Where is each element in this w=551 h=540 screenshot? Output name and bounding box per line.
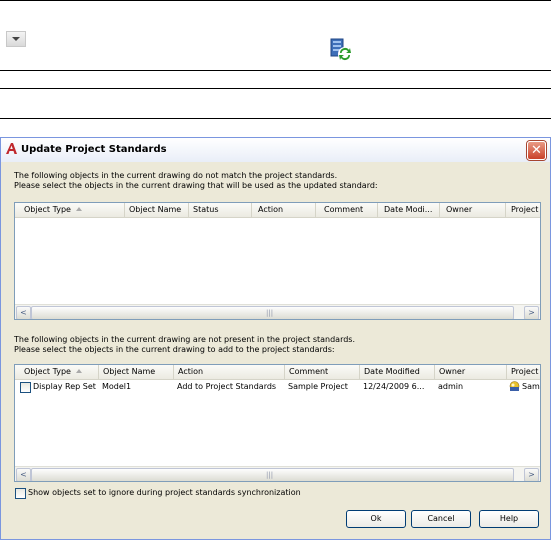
cell-project: Samp (522, 382, 540, 391)
cell-object-name: Model1 (102, 382, 132, 391)
missing-list-header: Object Type Object Name Action Comment D… (15, 365, 540, 380)
close-icon: ✕ (531, 143, 542, 158)
column-header-project[interactable]: Project (507, 365, 540, 379)
cell-object-type: Display Rep Set (33, 382, 96, 391)
sort-ascending-icon (75, 207, 82, 211)
chevron-down-icon (12, 37, 20, 41)
dropdown-button[interactable] (6, 31, 26, 47)
ignore-objects-label: Show objects set to ignore during projec… (28, 488, 301, 497)
table-row[interactable]: Display Rep Set Model1 Add to Project St… (15, 380, 540, 393)
missing-description-1: The following objects in the current dra… (14, 335, 356, 344)
sort-ascending-icon (75, 369, 82, 373)
close-button[interactable]: ✕ (527, 141, 546, 160)
column-header-status[interactable]: Status (189, 203, 252, 217)
column-header-object-type[interactable]: Object Type (15, 365, 99, 379)
mismatch-description-2: Please select the objects in the current… (14, 181, 378, 190)
mismatch-list-hscrollbar[interactable]: < ||| > (15, 304, 540, 319)
column-header-comment[interactable]: Comment (285, 365, 360, 379)
scroll-thumb[interactable]: ||| (31, 306, 514, 319)
mismatch-list[interactable]: Object Type Object Name Status Action Co… (14, 202, 541, 320)
divider-1 (0, 70, 551, 71)
update-project-standards-dialog: Update Project Standards ✕ The following… (0, 137, 551, 540)
autocad-icon (6, 143, 17, 154)
column-header-object-name[interactable]: Object Name (99, 365, 174, 379)
ignore-objects-checkbox[interactable] (15, 488, 26, 499)
dialog-title: Update Project Standards (21, 144, 167, 155)
scroll-grip: ||| (266, 471, 274, 479)
scroll-grip: ||| (266, 309, 274, 317)
missing-list[interactable]: Object Type Object Name Action Comment D… (14, 364, 541, 482)
mismatch-list-header: Object Type Object Name Status Action Co… (15, 203, 540, 218)
column-header-action[interactable]: Action (174, 365, 285, 379)
scroll-right-button[interactable]: > (524, 306, 539, 319)
scroll-right-button[interactable]: > (524, 468, 539, 481)
divider-2 (0, 88, 551, 89)
mismatch-description-1: The following objects in the current dra… (14, 171, 338, 180)
standards-sync-icon (330, 38, 352, 61)
column-header-date-modified[interactable]: Date Modi... (378, 203, 440, 217)
cancel-button[interactable]: Cancel (411, 510, 471, 528)
column-header-owner[interactable]: Owner (435, 365, 507, 379)
cell-action: Add to Project Standards (177, 382, 277, 391)
cell-comment: Sample Project (288, 382, 348, 391)
project-icon (509, 381, 520, 391)
help-button[interactable]: Help (479, 510, 539, 528)
missing-list-hscrollbar[interactable]: < ||| > (15, 466, 540, 481)
title-bar[interactable]: Update Project Standards ✕ (1, 138, 550, 162)
top-rule (0, 0, 551, 1)
cell-date-modified: 12/24/2009 6... (363, 382, 425, 391)
row-checkbox[interactable] (20, 382, 31, 393)
column-header-object-type[interactable]: Object Type (15, 203, 125, 217)
column-header-date-modified[interactable]: Date Modified (360, 365, 435, 379)
column-header-owner[interactable]: Owner (440, 203, 506, 217)
scroll-left-button[interactable]: < (16, 306, 31, 319)
column-header-project[interactable]: Project (506, 203, 540, 217)
divider-3 (0, 118, 551, 119)
missing-description-2: Please select the objects in the current… (14, 345, 335, 354)
column-header-comment[interactable]: Comment (316, 203, 378, 217)
ok-button[interactable]: Ok (346, 510, 406, 528)
column-header-action[interactable]: Action (252, 203, 316, 217)
cell-owner: admin (438, 382, 464, 391)
scroll-thumb[interactable]: ||| (31, 468, 514, 481)
column-header-object-name[interactable]: Object Name (125, 203, 189, 217)
scroll-left-button[interactable]: < (16, 468, 31, 481)
